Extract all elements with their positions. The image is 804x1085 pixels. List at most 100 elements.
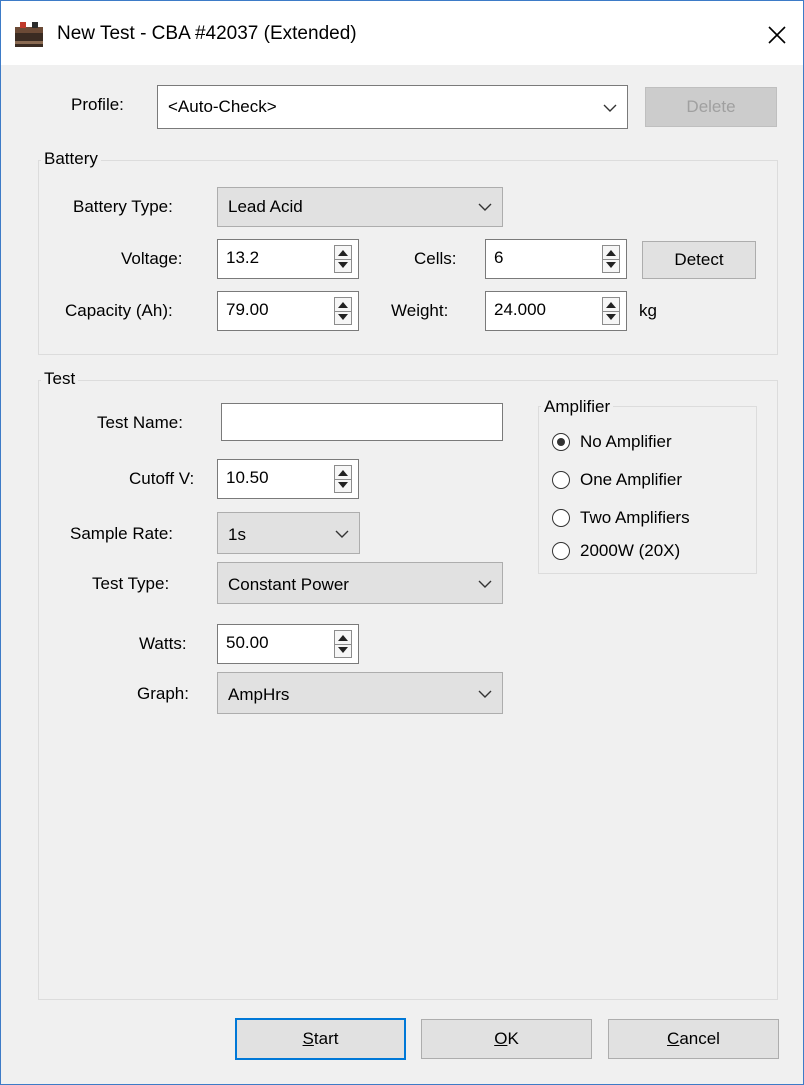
spin-down-button[interactable] <box>335 644 351 657</box>
radio-label: Two Amplifiers <box>580 508 690 527</box>
cutoff-label: Cutoff V: <box>129 469 195 488</box>
spin-down-button[interactable] <box>603 259 619 272</box>
arrow-up-icon <box>338 470 348 476</box>
spin-up-button[interactable] <box>603 246 619 260</box>
close-icon <box>768 26 786 44</box>
radio-button[interactable] <box>552 433 570 451</box>
weight-unit-label: kg <box>639 301 657 320</box>
watts-spinner[interactable]: 50.00 <box>217 624 359 664</box>
test-name-label: Test Name: <box>97 413 183 432</box>
chevron-down-icon <box>603 104 617 112</box>
arrow-up-icon <box>338 302 348 308</box>
capacity-label: Capacity (Ah): <box>65 301 173 320</box>
chevron-down-icon <box>478 580 492 588</box>
radio-button[interactable] <box>552 471 570 489</box>
arrow-down-icon <box>338 647 348 653</box>
spin-up-button[interactable] <box>335 298 351 312</box>
arrow-down-icon <box>338 262 348 268</box>
title-bar[interactable]: New Test - CBA #42037 (Extended) <box>1 1 803 65</box>
radio-label: One Amplifier <box>580 470 683 489</box>
delete-button[interactable]: Delete <box>645 87 777 127</box>
arrow-down-icon <box>338 482 348 488</box>
watts-label: Watts: <box>139 634 187 653</box>
cancel-button[interactable]: Cancel <box>608 1019 779 1059</box>
battery-group-title: Battery <box>41 149 101 169</box>
graph-value: AmpHrs <box>228 685 290 704</box>
test-group-title: Test <box>41 369 79 389</box>
arrow-up-icon <box>338 250 348 256</box>
capacity-spin-buttons[interactable] <box>334 297 352 325</box>
start-mnemonic: S <box>302 1029 314 1048</box>
weight-label: Weight: <box>391 301 449 320</box>
battery-type-label: Battery Type: <box>73 197 173 216</box>
arrow-down-icon <box>338 314 348 320</box>
sample-rate-select[interactable]: 1s <box>217 512 360 554</box>
cutoff-spinner[interactable]: 10.50 <box>217 459 359 499</box>
test-type-value: Constant Power <box>228 575 349 594</box>
radio-two-amplifiers[interactable]: Two Amplifiers <box>552 508 690 528</box>
spin-down-button[interactable] <box>603 311 619 324</box>
capacity-spinner[interactable]: 79.00 <box>217 291 359 331</box>
sample-rate-label: Sample Rate: <box>70 524 173 543</box>
test-type-select[interactable]: Constant Power <box>217 562 503 604</box>
profile-label: Profile: <box>71 95 124 114</box>
test-type-label: Test Type: <box>92 574 170 593</box>
arrow-down-icon <box>606 314 616 320</box>
weight-spin-buttons[interactable] <box>602 297 620 325</box>
radio-no-amplifier[interactable]: No Amplifier <box>552 432 672 452</box>
chevron-down-icon <box>478 203 492 211</box>
battery-type-value: Lead Acid <box>228 197 303 216</box>
cells-value: 6 <box>494 248 504 267</box>
capacity-value: 79.00 <box>226 300 269 319</box>
battery-app-icon <box>15 22 43 47</box>
ok-label-rest: K <box>507 1029 519 1048</box>
voltage-label: Voltage: <box>121 249 183 268</box>
cancel-mnemonic: C <box>667 1029 680 1048</box>
start-label-rest: tart <box>313 1029 339 1048</box>
start-button[interactable]: Start <box>235 1018 406 1060</box>
window-title: New Test - CBA #42037 (Extended) <box>57 23 357 44</box>
radio-button[interactable] <box>552 542 570 560</box>
radio-button[interactable] <box>552 509 570 527</box>
radio-2000w[interactable]: 2000W (20X) <box>552 541 680 561</box>
profile-value: <Auto-Check> <box>168 97 277 116</box>
arrow-up-icon <box>606 302 616 308</box>
detect-button[interactable]: Detect <box>642 241 756 279</box>
cells-spinner[interactable]: 6 <box>485 239 627 279</box>
spin-down-button[interactable] <box>335 259 351 272</box>
cells-spin-buttons[interactable] <box>602 245 620 273</box>
spin-up-button[interactable] <box>603 298 619 312</box>
radio-label: No Amplifier <box>580 432 672 451</box>
close-button[interactable] <box>751 7 803 63</box>
spin-up-button[interactable] <box>335 246 351 260</box>
spin-up-button[interactable] <box>335 631 351 645</box>
watts-spin-buttons[interactable] <box>334 630 352 658</box>
arrow-down-icon <box>606 262 616 268</box>
cells-label: Cells: <box>414 249 457 268</box>
radio-label: 2000W (20X) <box>580 541 681 560</box>
cutoff-value: 10.50 <box>226 468 269 487</box>
chevron-down-icon <box>478 690 492 698</box>
amplifier-group-title: Amplifier <box>541 397 614 417</box>
radio-one-amplifier[interactable]: One Amplifier <box>552 470 682 490</box>
spin-up-button[interactable] <box>335 466 351 480</box>
arrow-up-icon <box>338 635 348 641</box>
graph-select[interactable]: AmpHrs <box>217 672 503 714</box>
spin-down-button[interactable] <box>335 311 351 324</box>
voltage-spin-buttons[interactable] <box>334 245 352 273</box>
sample-rate-value: 1s <box>228 525 246 544</box>
ok-button[interactable]: OK <box>421 1019 592 1059</box>
dialog-window: New Test - CBA #42037 (Extended) Profile… <box>0 0 804 1085</box>
cutoff-spin-buttons[interactable] <box>334 465 352 493</box>
ok-mnemonic: O <box>494 1029 508 1048</box>
arrow-up-icon <box>606 250 616 256</box>
test-name-input[interactable] <box>221 403 503 441</box>
battery-type-select[interactable]: Lead Acid <box>217 187 503 227</box>
profile-select[interactable]: <Auto-Check> <box>157 85 628 129</box>
cancel-label-rest: ancel <box>679 1029 720 1048</box>
watts-value: 50.00 <box>226 633 269 652</box>
spin-down-button[interactable] <box>335 479 351 492</box>
weight-spinner[interactable]: 24.000 <box>485 291 627 331</box>
graph-label: Graph: <box>137 684 189 703</box>
voltage-spinner[interactable]: 13.2 <box>217 239 359 279</box>
